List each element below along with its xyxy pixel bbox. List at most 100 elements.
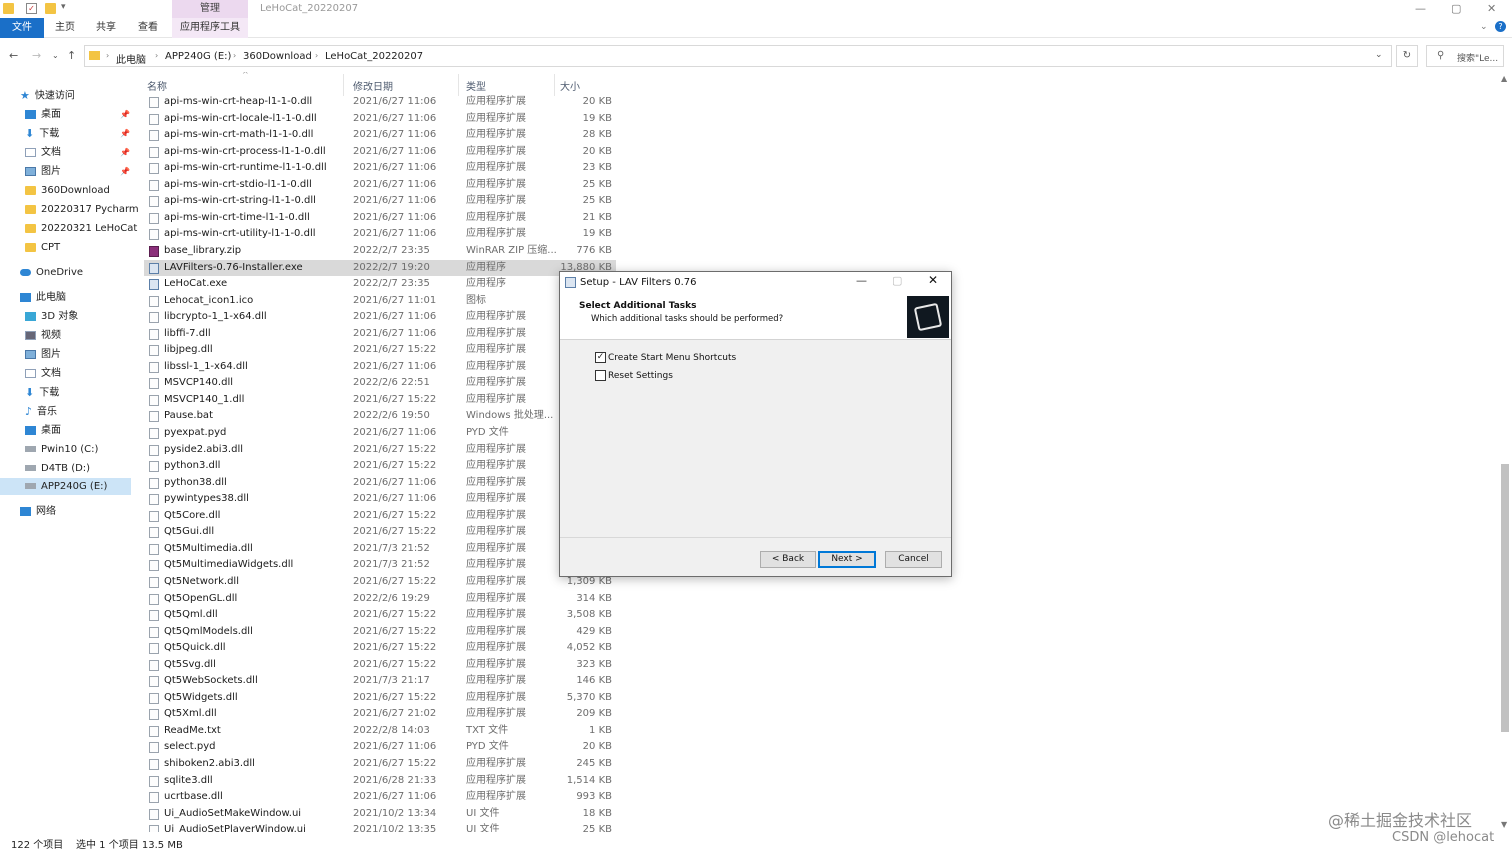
file-row[interactable]: sqlite3.dll 2021/6/28 21:33 应用程序扩展 1,514 KB	[144, 773, 616, 790]
file-row[interactable]: Qt5Svg.dll 2021/6/27 15:22 应用程序扩展 323 KB	[144, 657, 616, 674]
nav-item-videos[interactable]: 视频	[25, 327, 61, 344]
task-label-reset-settings[interactable]: Reset Settings	[608, 371, 673, 381]
nav-item-drive-d[interactable]: D4TB (D:)	[25, 460, 90, 477]
pin-icon[interactable]: 📌	[120, 129, 130, 138]
nav-this-pc[interactable]: 此电脑	[20, 289, 66, 306]
breadcrumb-this-pc[interactable]: 此电脑	[116, 51, 146, 66]
file-row[interactable]: python38.dll 2021/6/27 11:06 应用程序扩展	[144, 475, 616, 492]
file-row[interactable]: pywintypes38.dll 2021/6/27 11:06 应用程序扩展	[144, 491, 616, 508]
pin-icon[interactable]: 📌	[120, 167, 130, 176]
file-row[interactable]: Qt5Qml.dll 2021/6/27 15:22 应用程序扩展 3,508 KB	[144, 607, 616, 624]
nav-item-documents[interactable]: 文档	[25, 144, 61, 161]
scrollbar-thumb[interactable]	[1501, 464, 1509, 732]
file-row[interactable]: Qt5Network.dll 2021/6/27 15:22 应用程序扩展 1,309…	[144, 574, 616, 591]
file-row[interactable]: Qt5Multimedia.dll 2021/7/3 21:52 应用程序扩展	[144, 541, 616, 558]
breadcrumb-drive[interactable]: APP240G (E:)	[165, 51, 231, 62]
file-row[interactable]: api-ms-win-crt-time-l1-1-0.dll 2021/6/27 …	[144, 210, 616, 227]
nav-item-desktop-pc[interactable]: 桌面	[25, 422, 61, 439]
file-row[interactable]: Qt5Quick.dll 2021/6/27 15:22 应用程序扩展 4,052 K…	[144, 640, 616, 657]
nav-item-documents-pc[interactable]: 文档	[25, 365, 61, 382]
pin-icon[interactable]: 📌	[120, 110, 130, 119]
file-row[interactable]: LAVFilters-0.76-Installer.exe 2022/2/7 19…	[144, 259, 616, 276]
file-row[interactable]: ReadMe.txt 2022/2/8 14:03 TXT 文件 1 KB	[144, 723, 616, 740]
tab-share[interactable]: 共享	[86, 18, 126, 38]
scroll-up-icon[interactable]: ▲	[1501, 74, 1507, 83]
refresh-icon[interactable]: ↻	[1396, 45, 1418, 67]
address-dropdown-icon[interactable]: ⌄	[1375, 50, 1383, 60]
file-row[interactable]: libssl-1_1-x64.dll 2021/6/27 11:06 应用程序扩展	[144, 359, 616, 376]
scroll-down-icon[interactable]: ▼	[1501, 820, 1507, 829]
pin-icon[interactable]: 📌	[120, 148, 130, 157]
file-row[interactable]: api-ms-win-crt-process-l1-1-0.dll 2021/6/…	[144, 144, 616, 161]
new-folder-icon[interactable]	[45, 3, 56, 14]
file-row[interactable]: api-ms-win-crt-string-l1-1-0.dll 2021/6/2…	[144, 193, 616, 210]
vertical-scrollbar[interactable]: ▲ ▼	[1500, 72, 1512, 832]
minimize-button[interactable]: —	[1415, 2, 1426, 15]
file-row[interactable]: api-ms-win-crt-runtime-l1-1-0.dll 2021/6/…	[144, 160, 616, 177]
next-button[interactable]: Next >	[818, 551, 876, 568]
file-row[interactable]: Qt5Gui.dll 2021/6/27 15:22 应用程序扩展	[144, 524, 616, 541]
file-row[interactable]: ucrtbase.dll 2021/6/27 11:06 应用程序扩展 993 KB	[144, 789, 616, 806]
file-row[interactable]: Qt5OpenGL.dll 2022/2/6 19:29 应用程序扩展 314 KB	[144, 591, 616, 608]
nav-item-360download[interactable]: 360Download	[25, 182, 110, 199]
breadcrumb-chevron-icon[interactable]: ›	[233, 51, 236, 60]
file-row[interactable]: pyside2.abi3.dll 2021/6/27 15:22 应用程序扩展	[144, 442, 616, 459]
nav-item-drive-c[interactable]: Pwin10 (C:)	[25, 441, 98, 458]
file-row[interactable]: Qt5Xml.dll 2021/6/27 21:02 应用程序扩展 209 KB	[144, 706, 616, 723]
file-row[interactable]: libffi-7.dll 2021/6/27 11:06 应用程序扩展	[144, 326, 616, 343]
file-row[interactable]: libjpeg.dll 2021/6/27 15:22 应用程序扩展	[144, 342, 616, 359]
nav-quick-access[interactable]: ★ 快速访问	[20, 87, 75, 104]
file-row[interactable]: Lehocat_icon1.ico 2021/6/27 11:01 图标	[144, 293, 616, 310]
file-row[interactable]: select.pyd 2021/6/27 11:06 PYD 文件 20 KB	[144, 739, 616, 756]
column-header-modified[interactable]: 修改日期	[353, 78, 393, 93]
file-row[interactable]: base_library.zip 2022/2/7 23:35 WinRAR ZIP…	[144, 243, 616, 260]
maximize-button[interactable]: ▢	[1451, 2, 1461, 15]
nav-item-pictures[interactable]: 图片	[25, 163, 61, 180]
file-row[interactable]: MSVCP140.dll 2022/2/6 22:51 应用程序扩展	[144, 375, 616, 392]
file-row[interactable]: Qt5Core.dll 2021/6/27 15:22 应用程序扩展	[144, 508, 616, 525]
file-row[interactable]: api-ms-win-crt-stdio-l1-1-0.dll 2021/6/27…	[144, 177, 616, 194]
file-row[interactable]: shiboken2.abi3.dll 2021/6/27 15:22 应用程序扩展 2…	[144, 756, 616, 773]
help-icon[interactable]: ?	[1495, 21, 1506, 32]
file-row[interactable]: MSVCP140_1.dll 2021/6/27 15:22 应用程序扩展	[144, 392, 616, 409]
file-row[interactable]: Qt5Widgets.dll 2021/6/27 15:22 应用程序扩展 5,370…	[144, 690, 616, 707]
nav-onedrive[interactable]: OneDrive	[20, 264, 83, 281]
file-row[interactable]: Qt5QmlModels.dll 2021/6/27 15:22 应用程序扩展 429…	[144, 624, 616, 641]
column-divider[interactable]	[343, 74, 344, 96]
file-row[interactable]: api-ms-win-crt-locale-l1-1-0.dll 2021/6/2…	[144, 111, 616, 128]
recent-locations-icon[interactable]: ⌄	[52, 51, 59, 60]
column-divider[interactable]	[554, 74, 555, 96]
file-row[interactable]: Qt5WebSockets.dll 2021/7/3 21:17 应用程序扩展 146…	[144, 673, 616, 690]
file-row[interactable]: python3.dll 2021/6/27 15:22 应用程序扩展	[144, 458, 616, 475]
nav-item-music[interactable]: ♪ 音乐	[25, 403, 57, 420]
breadcrumb-chevron-icon[interactable]: ›	[106, 51, 109, 60]
back-arrow-icon[interactable]: ←	[9, 49, 18, 62]
nav-item-3d-objects[interactable]: 3D 对象	[25, 308, 78, 325]
column-header-type[interactable]: 类型	[466, 78, 486, 93]
context-tab-manage[interactable]: 管理	[172, 0, 248, 18]
nav-item-lehocat[interactable]: 20220321 LeHoCat	[25, 220, 137, 237]
file-row[interactable]: api-ms-win-crt-math-l1-1-0.dll 2021/6/27 …	[144, 127, 616, 144]
file-row[interactable]: Ui_AudioSetMakeWindow.ui 2021/10/2 13:34 U…	[144, 806, 616, 823]
nav-network[interactable]: 网络	[20, 503, 56, 520]
ribbon-expand-icon[interactable]: ⌄	[1480, 22, 1488, 32]
dialog-minimize-button[interactable]: —	[856, 274, 867, 287]
up-arrow-icon[interactable]: ↑	[67, 49, 76, 62]
close-button[interactable]: ✕	[1487, 2, 1496, 15]
tab-app-tools[interactable]: 应用程序工具	[172, 18, 248, 38]
file-row[interactable]: Ui_AudioSetPlayerWindow.ui 2021/10/2 13:3…	[144, 822, 616, 832]
quick-access-dropdown-icon[interactable]: ▾	[61, 2, 66, 12]
tab-file[interactable]: 文件	[0, 18, 44, 38]
file-row[interactable]: LeHoCat.exe 2022/2/7 23:35 应用程序	[144, 276, 616, 293]
address-box[interactable]: › 此电脑 › APP240G (E:) › 360Download › LeH…	[84, 45, 1392, 67]
dialog-title-bar[interactable]: Setup - LAV Filters 0.76 — ▢ ✕	[560, 272, 951, 294]
checkbox-start-menu-shortcuts[interactable]: ✓	[595, 352, 606, 363]
file-row[interactable]: api-ms-win-crt-heap-l1-1-0.dll 2021/6/27 …	[144, 94, 616, 111]
breadcrumb-360download[interactable]: 360Download	[243, 51, 312, 62]
file-row[interactable]: Pause.bat 2022/2/6 19:50 Windows 批处理...	[144, 408, 616, 425]
column-divider[interactable]	[458, 74, 459, 96]
breadcrumb-chevron-icon[interactable]: ›	[315, 51, 318, 60]
properties-icon[interactable]: ✓	[26, 3, 37, 14]
nav-item-desktop[interactable]: 桌面	[25, 106, 61, 123]
nav-item-drive-e[interactable]: APP240G (E:)	[0, 478, 131, 495]
